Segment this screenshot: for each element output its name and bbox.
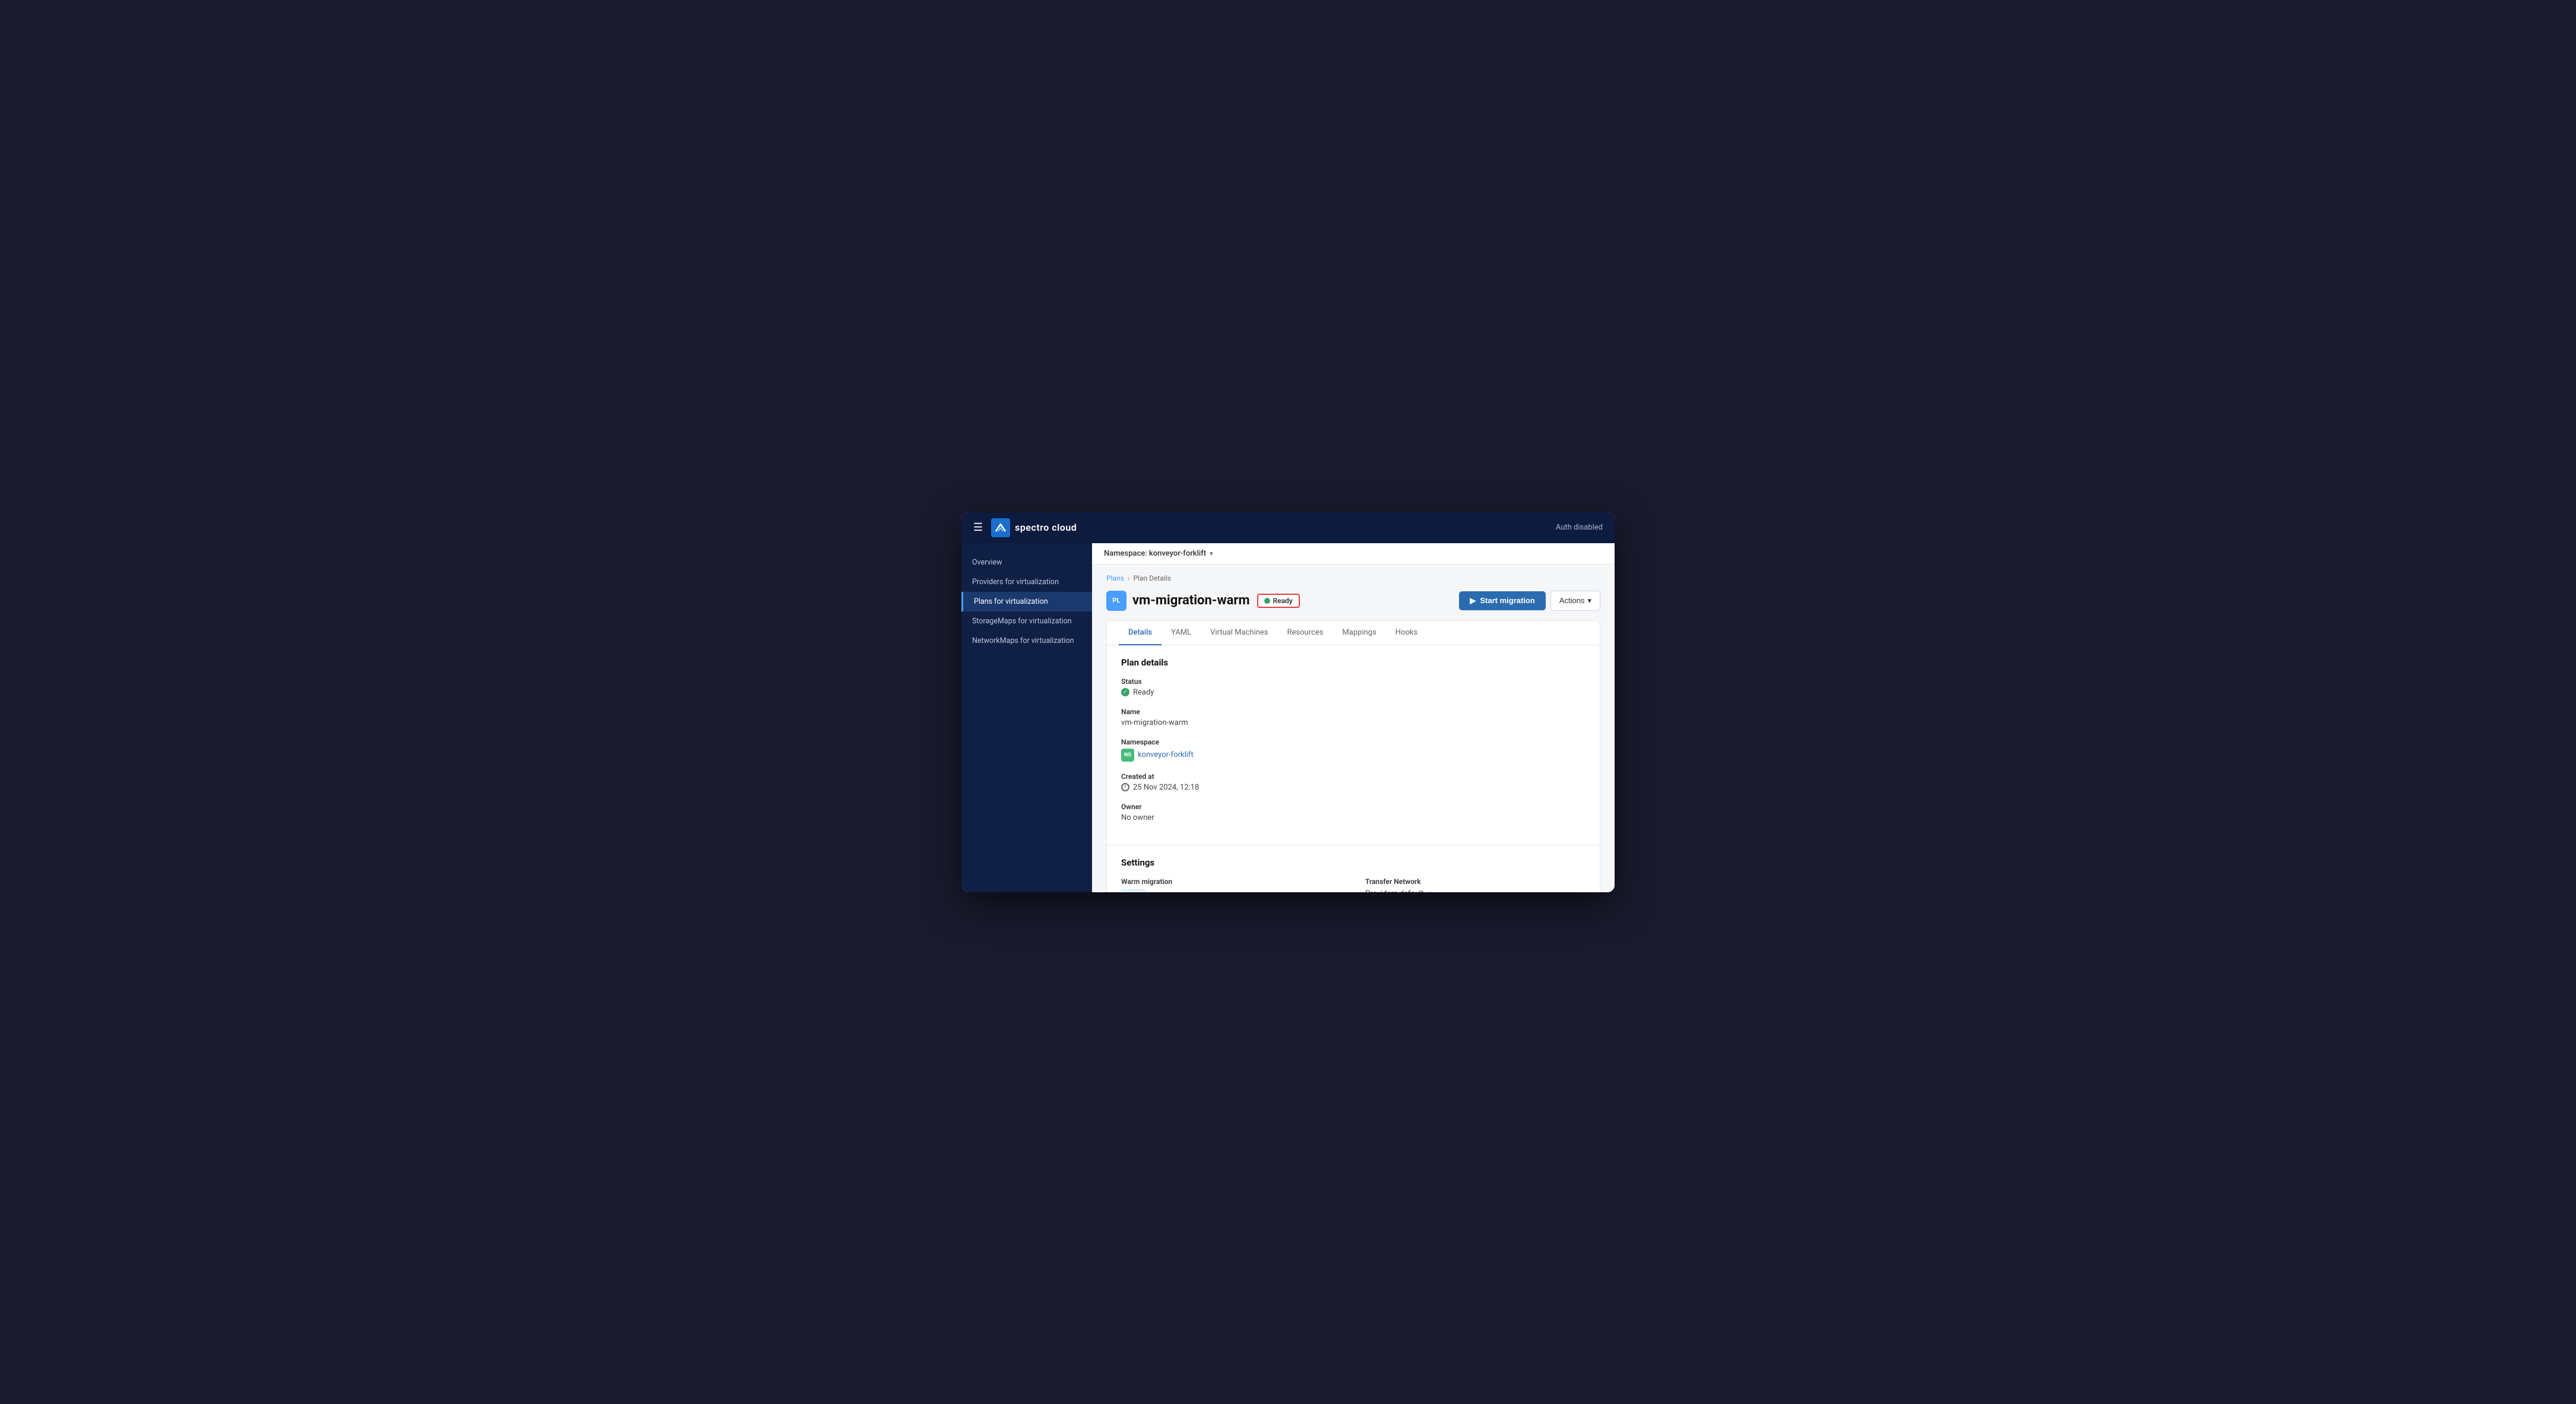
setting-transfer-network: Transfer Network Providers default ✏ (1365, 877, 1586, 892)
clock-icon (1121, 783, 1129, 791)
status-text: Ready (1273, 597, 1293, 605)
namespace-field-value: NS konveyor-forklift (1121, 749, 1586, 762)
tab-hooks[interactable]: Hooks (1386, 621, 1427, 645)
status-field-value: Ready (1121, 688, 1586, 697)
owner-field-value: No owner (1121, 813, 1586, 822)
detail-row-namespace: Namespace NS konveyor-forklift (1121, 738, 1586, 762)
layout: Overview Providers for virtualization Pl… (961, 543, 1615, 892)
warm-migration-chip: cold (1121, 889, 1145, 892)
namespace-link[interactable]: konveyor-forklift (1138, 750, 1194, 759)
plan-icon: PL (1106, 591, 1126, 611)
namespace-bar: Namespace: konveyor-forklift ▾ (1092, 543, 1615, 565)
namespace-label: Namespace: konveyor-forklift (1104, 549, 1206, 558)
detail-row-name: Name vm-migration-warm (1121, 708, 1586, 727)
sidebar-item-overview[interactable]: Overview (961, 553, 1092, 572)
app-container: ☰ spectro cloud Auth disabled Overview P… (961, 512, 1615, 892)
plan-card: Details YAML Virtual Machines Resources (1106, 620, 1600, 892)
content-area: Plans › Plan Details PL vm-migration-war… (1092, 565, 1615, 892)
navbar: ☰ spectro cloud Auth disabled (961, 512, 1615, 543)
details-body: Plan details Status Ready (1107, 645, 1600, 845)
tab-mappings[interactable]: Mappings (1333, 621, 1385, 645)
screen-wrapper: ☰ spectro cloud Auth disabled Overview P… (961, 512, 1615, 892)
brand-logo-icon (991, 518, 1010, 537)
tab-yaml[interactable]: YAML (1162, 621, 1201, 645)
breadcrumb-separator: › (1128, 574, 1130, 582)
namespace-field-label: Namespace (1121, 738, 1586, 746)
auth-label: Auth disabled (1556, 523, 1603, 532)
settings-grid: Warm migration cold ✏ Transfer Network (1121, 877, 1586, 892)
actions-button[interactable]: Actions ▾ (1550, 591, 1600, 611)
transfer-network-label: Transfer Network (1365, 877, 1586, 886)
sidebar-item-storagemaps[interactable]: StorageMaps for virtualization (961, 611, 1092, 631)
sidebar-item-networkmaps[interactable]: NetworkMaps for virtualization (961, 631, 1092, 651)
warm-migration-edit-icon[interactable]: ✏ (1149, 891, 1155, 892)
start-migration-button[interactable]: ▶ Start migration (1459, 591, 1545, 610)
tab-virtual-machines[interactable]: Virtual Machines (1201, 621, 1277, 645)
transfer-network-value: Providers default ✏ (1365, 889, 1586, 892)
detail-row-status: Status Ready (1121, 677, 1586, 697)
actions-chevron-icon: ▾ (1587, 596, 1591, 606)
page-header: PL vm-migration-warm Ready ▶ Start migra… (1106, 591, 1600, 611)
created-field-label: Created at (1121, 772, 1586, 781)
tab-details[interactable]: Details (1119, 621, 1162, 645)
setting-warm-migration: Warm migration cold ✏ (1121, 877, 1341, 892)
transfer-network-edit-icon[interactable]: ✏ (1427, 889, 1433, 892)
breadcrumb-current: Plan Details (1133, 574, 1170, 582)
status-field-label: Status (1121, 677, 1586, 686)
owner-field-label: Owner (1121, 803, 1586, 811)
detail-row-owner: Owner No owner (1121, 803, 1586, 822)
status-check-icon (1121, 688, 1129, 696)
namespace-dropdown-icon[interactable]: ▾ (1210, 550, 1213, 557)
created-field-value: 25 Nov 2024, 12:18 (1121, 783, 1586, 792)
detail-row-created: Created at 25 Nov 2024, 12:18 (1121, 772, 1586, 792)
hamburger-icon[interactable]: ☰ (973, 521, 983, 534)
status-dot-icon (1264, 598, 1270, 604)
sidebar-item-providers[interactable]: Providers for virtualization (961, 572, 1092, 592)
brand: spectro cloud (991, 518, 1077, 537)
breadcrumb-plans-link[interactable]: Plans (1106, 574, 1124, 582)
ns-badge-icon: NS (1121, 749, 1134, 762)
page-title: vm-migration-warm (1132, 593, 1250, 608)
settings-section: Settings Warm migration cold ✏ (1107, 845, 1600, 892)
settings-title: Settings (1121, 857, 1586, 868)
brand-name: spectro cloud (1015, 522, 1077, 533)
warm-migration-label: Warm migration (1121, 877, 1341, 886)
name-field-label: Name (1121, 708, 1586, 716)
sidebar-item-plans[interactable]: Plans for virtualization (961, 592, 1092, 611)
breadcrumb: Plans › Plan Details (1106, 574, 1600, 582)
play-icon: ▶ (1470, 596, 1476, 606)
status-badge: Ready (1257, 594, 1300, 608)
warm-migration-value: cold ✏ (1121, 889, 1341, 892)
sidebar: Overview Providers for virtualization Pl… (961, 543, 1092, 892)
name-field-value: vm-migration-warm (1121, 718, 1586, 727)
plan-details-title: Plan details (1121, 657, 1586, 668)
tab-resources[interactable]: Resources (1278, 621, 1333, 645)
main-content: Namespace: konveyor-forklift ▾ Plans › P… (1092, 543, 1615, 892)
tabs: Details YAML Virtual Machines Resources (1107, 621, 1600, 645)
